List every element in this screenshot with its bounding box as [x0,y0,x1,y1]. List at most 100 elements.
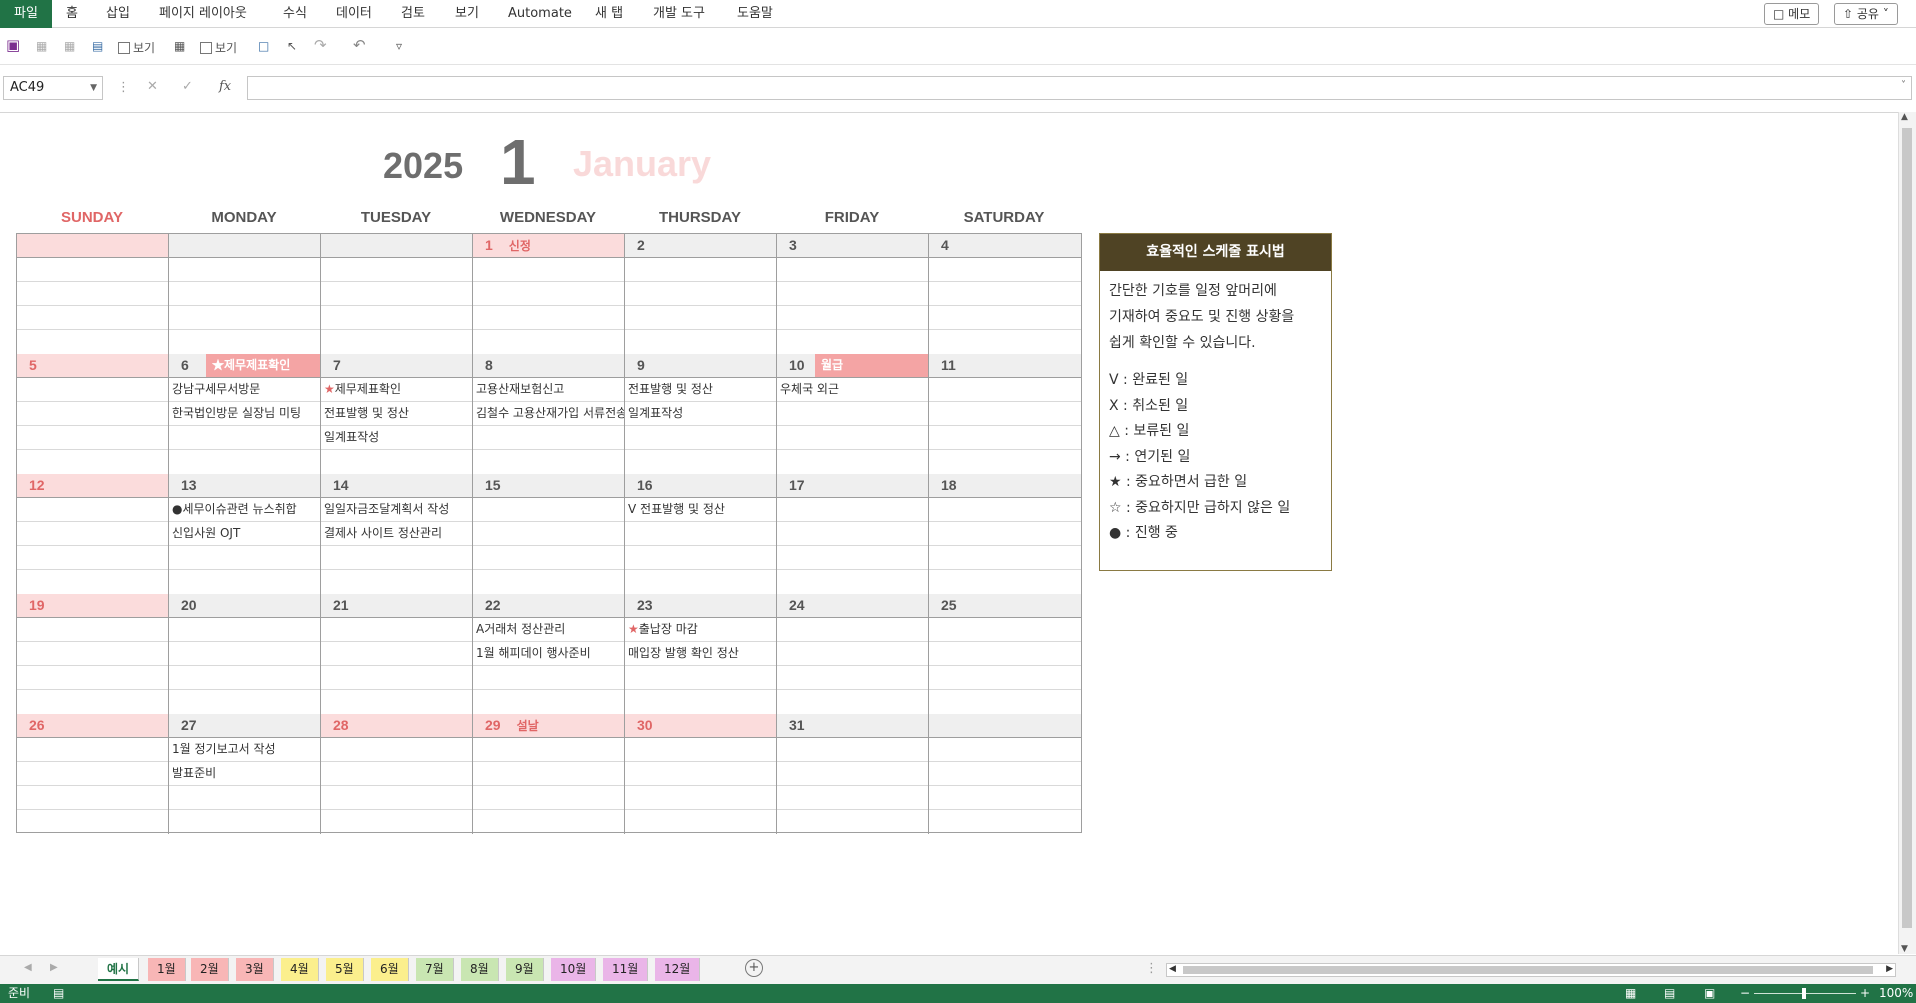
calendar-day-cell[interactable]: 24 [777,594,929,714]
chevron-down-icon[interactable]: ˅ [1901,80,1906,91]
empty-entry[interactable] [777,570,928,594]
empty-entry[interactable] [625,546,776,570]
empty-entry[interactable] [929,330,1081,354]
worksheet[interactable]: 2025 1 January SUNDAY MONDAY TUESDAY WEDNES… [0,112,1898,954]
prev-sheet-icon[interactable]: ◀ [24,962,32,973]
empty-entry[interactable] [929,810,1081,834]
calendar-day-cell[interactable]: 3 [777,234,929,354]
empty-entry[interactable] [777,282,928,306]
empty-entry[interactable] [625,690,776,714]
empty-entry[interactable] [625,786,776,810]
calendar-day-cell[interactable]: 29 설날 [473,714,625,834]
empty-entry[interactable] [473,786,624,810]
zoom-out-icon[interactable]: − [1740,984,1750,1003]
tab-developer[interactable]: 개발 도구 [653,0,705,28]
empty-entry[interactable] [17,546,168,570]
tab-help[interactable]: 도움말 [737,0,773,28]
empty-entry[interactable] [929,618,1081,642]
calendar-day-cell[interactable]: 30 [625,714,777,834]
empty-entry[interactable] [473,450,624,474]
confirm-icon[interactable]: ✓ [182,79,193,94]
sheet-tab-2[interactable]: 2월 [191,958,229,981]
calendar-day-cell[interactable]: 22 A거래처 정산관리 1월 해피데이 행사준비 [473,594,625,714]
calendar-day-cell[interactable] [169,234,321,354]
horizontal-scroll-thumb[interactable] [1183,966,1873,974]
empty-entry[interactable] [473,666,624,690]
schedule-entry[interactable]: V 전표발행 및 정산 [625,498,776,522]
schedule-entry[interactable]: 강남구세무서방문 [169,378,320,402]
empty-entry[interactable] [321,786,472,810]
empty-entry[interactable] [473,690,624,714]
scroll-up-icon[interactable]: ▲ [1901,112,1908,122]
empty-entry[interactable] [625,426,776,450]
calendar-day-cell[interactable]: 27 1월 정기보고서 작성 발표준비 [169,714,321,834]
empty-entry[interactable] [17,618,168,642]
cancel-icon[interactable]: ✕ [147,79,158,94]
tab-new[interactable]: 새 탭 [595,0,623,28]
empty-entry[interactable] [17,570,168,594]
memo-button[interactable]: □ 메모 [1764,3,1820,25]
zoom-in-icon[interactable]: + [1860,984,1870,1003]
checkbox-icon[interactable] [200,42,212,54]
empty-entry[interactable] [929,666,1081,690]
empty-entry[interactable] [929,450,1081,474]
save-icon[interactable]: ▣ [6,36,20,54]
empty-entry[interactable] [17,330,168,354]
empty-entry[interactable] [473,546,624,570]
empty-entry[interactable] [17,762,168,786]
empty-entry[interactable] [321,306,472,330]
tab-data[interactable]: 데이터 [336,0,372,28]
empty-entry[interactable] [777,618,928,642]
empty-entry[interactable] [321,450,472,474]
empty-entry[interactable] [929,498,1081,522]
empty-entry[interactable] [777,762,928,786]
schedule-entry[interactable]: 신입사원 OJT [169,522,320,546]
next-sheet-icon[interactable]: ▶ [50,962,58,973]
empty-entry[interactable] [17,786,168,810]
schedule-entry[interactable]: ●세무이슈관련 뉴스취합 [169,498,320,522]
calendar-day-cell[interactable]: 13 ●세무이슈관련 뉴스취합 신입사원 OJT [169,474,321,594]
zoom-slider[interactable] [1754,988,1856,999]
empty-entry[interactable] [17,426,168,450]
sheet-tab-6[interactable]: 6월 [371,958,409,981]
empty-entry[interactable] [777,498,928,522]
name-box[interactable]: AC49 ▼ [3,76,103,100]
empty-entry[interactable] [17,498,168,522]
empty-entry[interactable] [929,282,1081,306]
sheet-tab-12[interactable]: 12월 [655,958,701,981]
empty-entry[interactable] [321,738,472,762]
empty-entry[interactable] [625,258,776,282]
empty-entry[interactable] [17,306,168,330]
accessibility-icon[interactable]: ▤ [53,984,64,1003]
empty-entry[interactable] [473,570,624,594]
schedule-entry[interactable]: 일계표작성 [625,402,776,426]
empty-entry[interactable] [17,450,168,474]
empty-entry[interactable] [169,426,320,450]
sheet-tab-11[interactable]: 11월 [603,958,649,981]
empty-entry[interactable] [929,522,1081,546]
empty-entry[interactable] [321,258,472,282]
empty-entry[interactable] [169,306,320,330]
empty-entry[interactable] [169,786,320,810]
page-break-icon[interactable]: ▣ [1704,984,1715,1003]
empty-entry[interactable] [625,666,776,690]
calendar-day-cell[interactable]: 11 [929,354,1081,474]
empty-entry[interactable] [777,738,928,762]
zoom-level[interactable]: 100% [1879,984,1913,1003]
empty-entry[interactable] [777,810,928,834]
calendar-day-cell[interactable]: 4 [929,234,1081,354]
calendar-day-cell[interactable]: 14 일일자금조달계획서 작성 결제사 사이트 정산관리 [321,474,473,594]
calendar-day-cell[interactable]: 19 [17,594,169,714]
normal-view-icon[interactable]: ▦ [1625,984,1636,1003]
empty-entry[interactable] [777,666,928,690]
empty-entry[interactable] [625,762,776,786]
vertical-scroll-thumb[interactable] [1902,128,1912,928]
schedule-entry[interactable]: 전표발행 및 정산 [321,402,472,426]
schedule-entry[interactable]: 1월 해피데이 행사준비 [473,642,624,666]
empty-entry[interactable] [929,642,1081,666]
schedule-entry[interactable]: ★제무제표확인 [321,378,472,402]
sheet-tab-5[interactable]: 5월 [326,958,364,981]
sheet-tab-3[interactable]: 3월 [236,958,274,981]
sheet-tab-10[interactable]: 10월 [551,958,597,981]
empty-entry[interactable] [473,810,624,834]
